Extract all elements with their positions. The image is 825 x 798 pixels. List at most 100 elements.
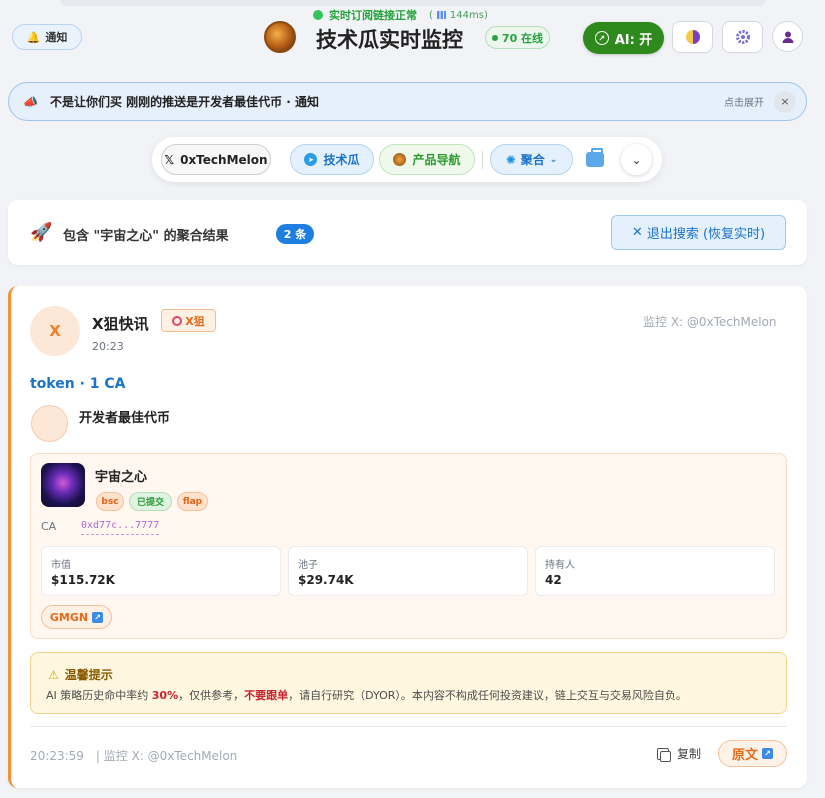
stat-market-cap: 市值 $115.72K	[41, 546, 281, 596]
tab-aggregate[interactable]: ✺ 聚合 ⌄	[490, 144, 573, 175]
channel-tabbar: 𝕏 0xTechMelon ➤ 技术瓜 产品导航 ✺ 聚合 ⌄ ⌄	[152, 137, 662, 182]
app-logo	[264, 21, 296, 53]
target-icon	[172, 315, 183, 326]
stat-value: $115.72K	[51, 573, 115, 587]
warning-icon: ⚠	[48, 667, 59, 682]
warning-text-3: ，请自行研究（DYOR）。本内容不构成任何投资建议，链上交互与交易风险自负。	[288, 689, 687, 702]
banner-text: 不是让你们买 刚刚的推送是开发者最佳代币 · 通知	[49, 95, 320, 109]
tab-divider	[482, 151, 483, 169]
footer-monitor: | 监控 X: @0xTechMelon	[95, 749, 238, 763]
online-badge: 70 在线	[485, 26, 550, 49]
source-avatar: X	[30, 306, 80, 356]
theme-icon	[685, 30, 700, 44]
status-badge: 已提交	[129, 492, 172, 511]
notice-button[interactable]: 🔔 通知	[12, 24, 82, 50]
token-image	[41, 463, 85, 507]
warning-box: ⚠ 温馨提示 AI 策略历史命中率约 30%，仅供参考，不要跟单，请自行研究（DY…	[30, 652, 787, 714]
exit-search-button[interactable]: ✕ 退出搜索 (恢复实时)	[611, 215, 786, 250]
stat-value: 42	[545, 573, 562, 587]
post-time: 20:23	[92, 340, 124, 353]
status-dot-icon	[313, 10, 323, 20]
bell-icon: 🔔	[26, 30, 41, 44]
ca-label: CA	[41, 520, 57, 533]
expand-chevron-button[interactable]: ⌄	[621, 144, 652, 175]
x-logo-icon: 𝕏	[164, 152, 175, 167]
page-title: 技术瓜实时监控	[316, 28, 463, 52]
notice-banner[interactable]: 📣 不是让你们买 刚刚的推送是开发者最佳代币 · 通知 点击展开 ×	[8, 82, 807, 121]
user-button[interactable]	[772, 21, 803, 52]
chain-badge: bsc	[96, 492, 124, 511]
stat-holders: 持有人 42	[535, 546, 775, 596]
rocket-icon: 🚀	[30, 222, 53, 243]
stat-value: $29.74K	[298, 573, 354, 587]
warning-title: 温馨提示	[64, 668, 113, 682]
footer-info: 20:23:59 | 监控 X: @0xTechMelon	[30, 747, 237, 764]
warning-text-2: ，仅供参考，	[178, 689, 245, 702]
stat-pool: 池子 $29.74K	[288, 546, 528, 596]
search-result-label: 包含 "宇宙之心" 的聚合结果	[63, 229, 229, 244]
dev-name: 开发者最佳代币	[79, 411, 171, 426]
chevron-down-icon: ⌄	[549, 154, 558, 165]
chevron-down-icon: ⌄	[631, 152, 642, 167]
megaphone-icon: 📣	[23, 94, 38, 109]
hit-rate: 30%	[151, 689, 179, 702]
telegram-icon: ➤	[304, 153, 318, 166]
status-text: 实时订阅链接正常	[329, 9, 417, 22]
warning-title-row: ⚠ 温馨提示	[48, 666, 113, 683]
theme-button[interactable]	[672, 21, 713, 53]
stat-key: 持有人	[545, 560, 575, 571]
source-tag: X狙	[161, 309, 216, 332]
settings-button[interactable]	[722, 21, 763, 53]
banner-close-icon[interactable]: ×	[774, 90, 796, 113]
top-edge-bar	[60, 0, 765, 6]
latency: (144ms)	[429, 9, 488, 21]
tab-telegram[interactable]: ➤ 技术瓜	[290, 144, 374, 175]
copy-label: 复制	[677, 747, 702, 761]
online-dot-icon	[491, 34, 498, 41]
original-link-button[interactable]: 原文 ↗	[718, 740, 787, 767]
warning-text-1: AI 策略历史命中率约	[46, 689, 152, 702]
tab-aggregate-label: 聚合	[520, 153, 545, 167]
external-link-icon: ↗	[762, 748, 773, 759]
source-tag-label: X狙	[185, 314, 205, 328]
footer-time: 20:23:59	[30, 749, 84, 763]
connection-status: 实时订阅链接正常 (144ms)	[313, 7, 488, 23]
signal-icon	[436, 11, 446, 19]
notice-label: 通知	[45, 31, 68, 44]
melon-icon	[393, 153, 407, 166]
original-label: 原文	[731, 748, 758, 763]
copy-icon	[657, 747, 671, 762]
briefcase-icon[interactable]	[586, 148, 604, 167]
user-icon	[782, 31, 793, 43]
latency-value: 144ms	[449, 9, 484, 21]
ai-chart-icon: ↗	[594, 31, 609, 45]
gmgn-link[interactable]: GMGN ↗	[41, 605, 112, 629]
tab-x[interactable]: 𝕏 0xTechMelon	[161, 144, 271, 175]
online-count: 70 在线	[501, 31, 544, 45]
tab-product-nav-label: 产品导航	[412, 153, 461, 167]
monitor-label: 监控 X: @0xTechMelon	[643, 315, 777, 329]
ai-label: AI: 开	[614, 32, 653, 48]
close-icon: ✕	[631, 225, 643, 240]
tab-x-label: 0xTechMelon	[180, 152, 268, 167]
stat-key: 池子	[298, 560, 318, 571]
source-name: X狙快讯	[92, 315, 149, 333]
search-result-header: 🚀 包含 "宇宙之心" 的聚合结果 2 条 ✕ 退出搜索 (恢复实时)	[8, 200, 807, 265]
external-link-icon: ↗	[92, 611, 104, 623]
footer-divider	[30, 726, 787, 727]
dev-avatar	[31, 405, 68, 442]
gmgn-label: GMGN	[49, 610, 89, 624]
no-follow-text: 不要跟单	[244, 689, 289, 702]
tab-product-nav[interactable]: 产品导航	[379, 144, 475, 175]
ca-address[interactable]: 0xd77c...7777	[81, 520, 160, 535]
gear-icon	[735, 30, 750, 44]
copy-button[interactable]: 复制	[657, 745, 701, 762]
ai-toggle-button[interactable]: ↗ AI: 开	[583, 22, 664, 54]
hub-icon: ✺	[505, 152, 516, 167]
token-count-line: token · 1 CA	[30, 376, 126, 392]
warning-body: AI 策略历史命中率约 30%，仅供参考，不要跟单，请自行研究（DYOR）。本内…	[46, 687, 687, 703]
banner-expand[interactable]: 点击展开	[724, 94, 764, 109]
exit-search-label: 退出搜索 (恢复实时)	[646, 227, 766, 242]
tab-telegram-label: 技术瓜	[323, 153, 360, 167]
token-name: 宇宙之心	[95, 470, 148, 485]
